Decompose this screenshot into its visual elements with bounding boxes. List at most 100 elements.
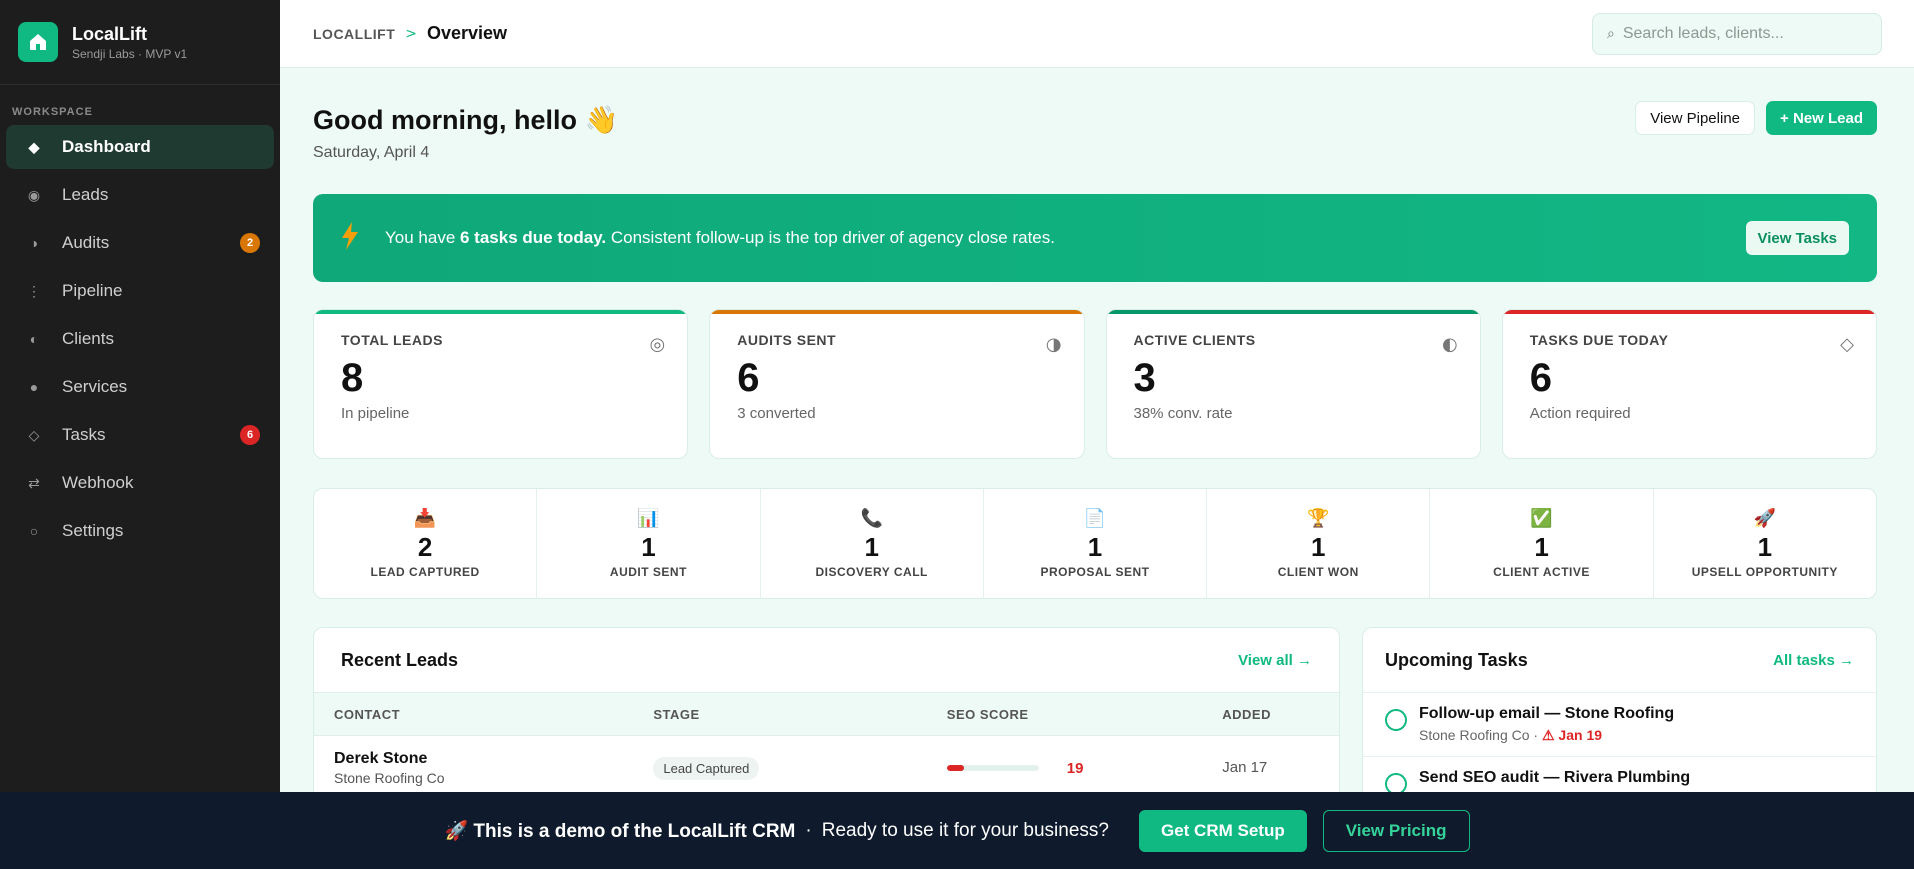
stats-row: TOTAL LEADS 8 In pipeline ◎ AUDITS SENT … [313, 309, 1877, 459]
pipeline-stage-audit-sent[interactable]: 📊 1 AUDIT SENT [537, 489, 761, 598]
task-due-date: ⚠ Jan 19 [1541, 727, 1603, 743]
new-lead-button[interactable]: + New Lead [1766, 101, 1877, 135]
demo-title: 🚀 This is a demo of the LocalLift CRM [444, 820, 796, 842]
task-item[interactable]: Follow-up email — Stone Roofing Stone Ro… [1363, 692, 1876, 756]
sidebar-item-label: Settings [62, 521, 124, 540]
stat-sub: Action required [1529, 405, 1631, 422]
search-box[interactable]: ⌕ [1592, 12, 1882, 55]
column-header[interactable]: ADDED [1222, 707, 1339, 722]
pipeline-summary: 📥 2 LEAD CAPTURED 📊 1 AUDIT SENT 📞 1 DIS… [313, 488, 1877, 599]
sidebar-item-clients[interactable]: ◐ Clients [6, 317, 274, 361]
brand-name: LocalLift [72, 23, 147, 44]
sidebar-item-settings[interactable]: ○ Settings [6, 509, 274, 553]
column-header[interactable]: STAGE [653, 707, 946, 722]
added-date: Jan 17 [1222, 759, 1268, 776]
dot-icon: ● [29, 379, 39, 395]
sidebar-item-webhook[interactable]: ⇄ Webhook [6, 461, 274, 505]
audits-badge: 2 [240, 233, 260, 253]
target-icon: ◉ [27, 186, 41, 203]
pipeline-count: 1 [1087, 532, 1103, 562]
column-header[interactable]: SEO SCORE [947, 707, 1222, 722]
sidebar-item-services[interactable]: ● Services [6, 365, 274, 409]
pipeline-stage-discovery-call[interactable]: 📞 1 DISCOVERY CALL [761, 489, 984, 598]
stage-badge: Lead Captured [653, 756, 760, 780]
pipeline-stage-client-active[interactable]: ✅ 1 CLIENT ACTIVE [1430, 489, 1654, 598]
stat-value: 6 [1529, 356, 1552, 400]
stat-accent-bar [1106, 310, 1480, 314]
pipeline-count: 1 [864, 532, 879, 562]
get-crm-setup-button[interactable]: Get CRM Setup [1138, 809, 1307, 852]
pipeline-stage-upsell-opportunity[interactable]: 🚀 1 UPSELL OPPORTUNITY [1654, 489, 1876, 598]
task-title: Follow-up email — Stone Roofing [1419, 705, 1675, 722]
current-date: Saturday, April 4 [313, 144, 430, 161]
banner-prefix: You have [385, 228, 460, 247]
sidebar-item-audits[interactable]: ◑ Audits 2 [6, 221, 274, 265]
brand-subtitle: Sendji Labs · MVP v1 [72, 46, 188, 61]
sidebar-item-dashboard[interactable]: ◆ Dashboard [6, 125, 274, 169]
arrows-icon: ⇄ [28, 474, 40, 491]
panel-title: Upcoming Tasks [1385, 649, 1528, 670]
task-company: Stone Roofing Co [1419, 727, 1530, 743]
vertical-dots-icon: ⋮ [27, 282, 41, 299]
demo-separator: · [805, 819, 812, 841]
document-icon: 📄 [1083, 508, 1107, 529]
sidebar: LocalLift Sendji Labs · MVP v1 WORKSPACE… [0, 0, 280, 869]
pipeline-stage-proposal-sent[interactable]: 📄 1 PROPOSAL SENT [984, 489, 1208, 598]
pipeline-label: CLIENT WON [1277, 565, 1359, 579]
stat-value: 3 [1133, 356, 1156, 400]
seo-score: 19 [946, 760, 1222, 777]
column-header[interactable]: CONTACT [314, 707, 653, 722]
brand[interactable]: LocalLift Sendji Labs · MVP v1 [0, 0, 280, 85]
breadcrumb-root[interactable]: LOCALLIFT [313, 26, 395, 42]
sidebar-item-label: Audits [62, 233, 110, 252]
stat-card-active-clients[interactable]: ACTIVE CLIENTS 3 38% conv. rate ◐ [1105, 309, 1481, 459]
half-circle-icon: ◑ [1045, 334, 1062, 355]
stat-card-audits-sent[interactable]: AUDITS SENT 6 3 converted ◑ [709, 309, 1085, 459]
main-content: Good morning, hello 👋 Saturday, April 4 … [313, 68, 1877, 869]
view-tasks-button[interactable]: View Tasks [1745, 221, 1849, 255]
pipeline-stage-lead-captured[interactable]: 📥 2 LEAD CAPTURED [314, 489, 538, 598]
sidebar-item-label: Pipeline [62, 281, 123, 300]
stat-card-tasks-due[interactable]: TASKS DUE TODAY 6 Action required ◇ [1501, 309, 1877, 459]
stat-sub: 3 converted [737, 405, 816, 422]
stat-sub: 38% conv. rate [1133, 405, 1233, 422]
task-meta: Stone Roofing Co · ⚠ Jan 19 [1419, 727, 1674, 744]
view-pricing-button[interactable]: View Pricing [1322, 809, 1470, 852]
table-header: CONTACT STAGE SEO SCORE ADDED [314, 692, 1339, 736]
trophy-icon: 🏆 [1307, 508, 1330, 529]
task-checkbox[interactable] [1385, 709, 1407, 731]
sidebar-item-tasks[interactable]: ◇ Tasks 6 [6, 413, 274, 457]
search-input[interactable] [1622, 24, 1867, 43]
table-row[interactable]: Derek Stone Stone Roofing Co Lead Captur… [314, 736, 1339, 800]
stat-card-total-leads[interactable]: TOTAL LEADS 8 In pipeline ◎ [313, 309, 689, 459]
sidebar-item-label: Dashboard [62, 137, 151, 156]
view-pipeline-button[interactable]: View Pipeline [1635, 101, 1755, 135]
banner-strong: 6 tasks due today. [460, 228, 607, 247]
pipeline-label: CLIENT ACTIVE [1493, 565, 1590, 579]
pipeline-count: 1 [1534, 532, 1549, 562]
lightning-icon [341, 222, 363, 254]
tasks-badge: 6 [240, 425, 260, 445]
pipeline-count: 1 [1757, 532, 1773, 562]
pipeline-label: PROPOSAL SENT [1040, 565, 1150, 579]
view-all-leads-link[interactable]: View all → [1238, 652, 1312, 669]
sidebar-item-label: Webhook [62, 473, 134, 492]
check-icon: ✅ [1530, 508, 1553, 529]
sidebar-item-pipeline[interactable]: ⋮ Pipeline [6, 269, 274, 313]
seo-score-fill [946, 765, 965, 771]
home-icon [18, 22, 58, 62]
demo-bar: 🚀 This is a demo of the LocalLift CRM · … [0, 792, 1914, 869]
lead-name: Derek Stone [334, 750, 428, 767]
stat-label: ACTIVE CLIENTS [1133, 332, 1256, 348]
pipeline-label: DISCOVERY CALL [815, 565, 928, 579]
sidebar-item-label: Leads [62, 185, 109, 204]
all-tasks-link[interactable]: All tasks → [1773, 652, 1854, 669]
task-title: Send SEO audit — Rivera Plumbing [1419, 769, 1691, 786]
section-label: WORKSPACE [12, 106, 93, 118]
pipeline-stage-client-won[interactable]: 🏆 1 CLIENT WON [1207, 489, 1431, 598]
pipeline-label: LEAD CAPTURED [370, 565, 480, 579]
pipeline-count: 2 [417, 532, 433, 562]
half-circle-icon: ◐ [1442, 334, 1458, 355]
sidebar-item-leads[interactable]: ◉ Leads [6, 173, 274, 217]
stat-accent-bar [710, 310, 1084, 314]
